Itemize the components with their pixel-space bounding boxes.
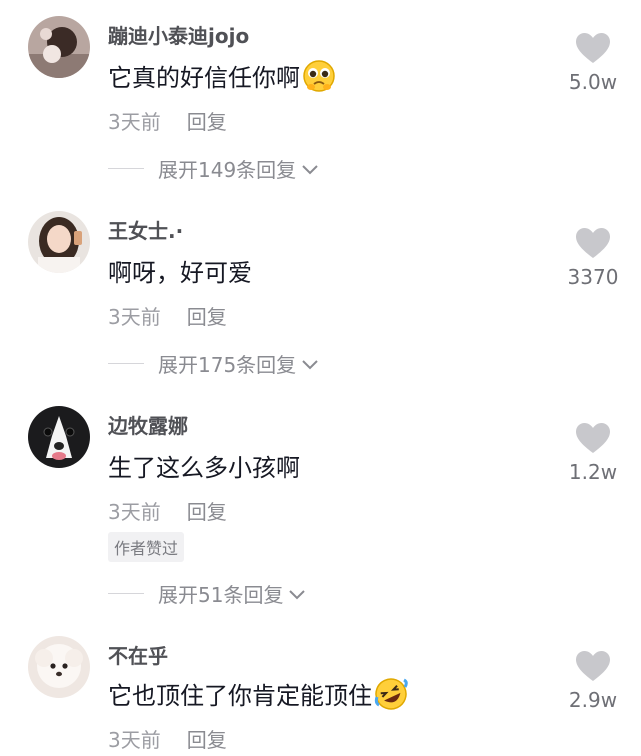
reply-button[interactable]: 回复: [187, 500, 227, 524]
like-button[interactable]: 5.0w: [563, 32, 623, 94]
expand-replies-button[interactable]: 展开175条回复: [108, 349, 321, 378]
rolling-laughing-face-icon: [374, 677, 408, 710]
comment-text-content: 它也顶住了你肯定能顶住: [108, 682, 372, 710]
timestamp: 3天前: [108, 500, 161, 524]
avatar[interactable]: [28, 636, 90, 698]
comment-meta: 3天前 回复: [108, 724, 227, 753]
divider: [108, 593, 144, 594]
username[interactable]: 王女士.·: [108, 215, 183, 244]
expand-replies-label: 展开175条回复: [158, 353, 297, 377]
comment-item: 蹦迪小泰迪jojo 它真的好信任你啊 3天前 回复 展开149条回复 5.0w: [0, 0, 641, 195]
avatar[interactable]: [28, 211, 90, 273]
chevron-down-icon: [302, 359, 318, 369]
comment-text: 生了这么多小孩啊: [108, 448, 300, 483]
divider: [108, 168, 144, 169]
like-count: 2.9w: [568, 688, 618, 712]
avatar[interactable]: [28, 406, 90, 468]
expand-replies-button[interactable]: 展开51条回复: [108, 579, 308, 608]
heart-icon: [576, 423, 610, 453]
comment-meta: 3天前 回复: [108, 496, 227, 525]
like-count: 5.0w: [568, 70, 618, 94]
comment-text-content: 它真的好信任你啊: [108, 64, 300, 92]
comment-text: 它真的好信任你啊: [108, 58, 336, 93]
like-button[interactable]: 1.2w: [563, 422, 623, 484]
avatar[interactable]: [28, 16, 90, 78]
username[interactable]: 蹦迪小泰迪jojo: [108, 20, 249, 49]
pleading-face-icon: [303, 59, 335, 92]
divider: [108, 363, 144, 364]
comment-meta: 3天前 回复: [108, 301, 227, 330]
comment-text: 它也顶住了你肯定能顶住: [108, 676, 408, 711]
timestamp: 3天前: [108, 305, 161, 329]
expand-replies-label: 展开149条回复: [158, 158, 297, 182]
username[interactable]: 边牧露娜: [108, 410, 188, 439]
comment-item: 王女士.· 啊呀，好可爱 3天前 回复 展开175条回复 3370: [0, 195, 641, 390]
reply-button[interactable]: 回复: [187, 305, 227, 329]
comment-text: 啊呀，好可爱: [108, 253, 252, 288]
like-count: 3370: [567, 265, 619, 289]
like-button[interactable]: 3370: [563, 227, 623, 289]
comment-meta: 3天前 回复: [108, 106, 227, 135]
like-count: 1.2w: [568, 460, 618, 484]
timestamp: 3天前: [108, 110, 161, 134]
expand-replies-button[interactable]: 展开149条回复: [108, 154, 321, 183]
like-button[interactable]: 2.9w: [563, 650, 623, 712]
comment-item: 不在乎 它也顶住了你肯定能顶住 3天前 回复 2.9w: [0, 620, 641, 756]
reply-button[interactable]: 回复: [187, 728, 227, 752]
author-liked-badge: 作者赞过: [108, 532, 185, 562]
chevron-down-icon: [302, 164, 318, 174]
comment-text-content: 生了这么多小孩啊: [108, 454, 300, 482]
comment-item: 边牧露娜 生了这么多小孩啊 3天前 回复 作者赞过 展开51条回复 1.2w: [0, 390, 641, 620]
timestamp: 3天前: [108, 728, 161, 752]
expand-replies-label: 展开51条回复: [158, 583, 284, 607]
reply-button[interactable]: 回复: [187, 110, 227, 134]
username[interactable]: 不在乎: [108, 640, 168, 669]
heart-icon: [576, 33, 610, 63]
heart-icon: [576, 228, 610, 258]
comment-text-content: 啊呀，好可爱: [108, 259, 252, 287]
heart-icon: [576, 651, 610, 681]
chevron-down-icon: [289, 589, 306, 599]
